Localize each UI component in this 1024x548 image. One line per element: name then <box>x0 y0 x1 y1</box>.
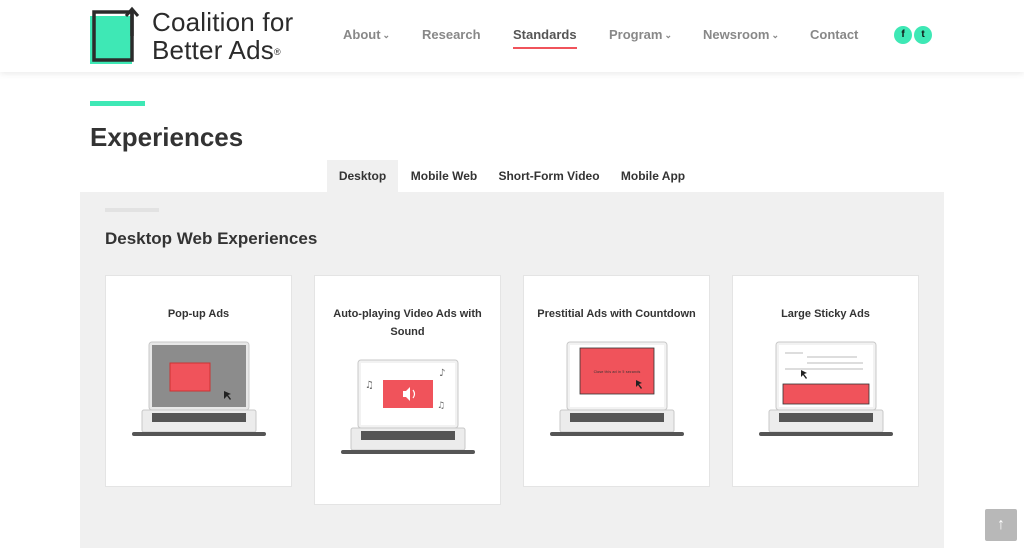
registered-mark: ® <box>273 47 281 57</box>
nav-standards[interactable]: Standards <box>513 27 577 49</box>
nav-research[interactable]: Research <box>422 27 481 42</box>
nav-program[interactable]: Program ⌄ <box>609 27 672 42</box>
card-title: Large Sticky Ads <box>781 308 870 320</box>
tab-mobile-app[interactable]: Mobile App <box>613 160 693 192</box>
card-title: Auto-playing Video Ads with Sound <box>333 308 482 338</box>
tab-mobile-web[interactable]: Mobile Web <box>403 160 485 192</box>
scroll-to-top-button[interactable]: ↑ <box>985 509 1017 541</box>
chevron-down-icon: ⌄ <box>664 30 673 40</box>
facebook-icon[interactable]: f <box>894 26 912 44</box>
section-divider <box>105 208 159 212</box>
laptop-sticky-icon <box>759 341 893 436</box>
nav-research-label: Research <box>422 27 481 42</box>
chevron-down-icon: ⌄ <box>771 30 780 40</box>
card-prestitial-ads[interactable]: Prestitial Ads with Countdown Close this… <box>523 275 710 487</box>
laptop-video-sound-icon: ♫ ♪ ♫ <box>341 359 475 454</box>
main-nav: About ⌄ Research Standards Program ⌄ Newsr… <box>0 27 1024 49</box>
card-large-sticky-ads[interactable]: Large Sticky Ads <box>732 275 919 487</box>
arrow-up-icon: ↑ <box>997 516 1005 533</box>
card-title: Prestitial Ads with Countdown <box>537 308 696 320</box>
nav-newsroom[interactable]: Newsroom ⌄ <box>703 27 779 42</box>
nav-program-label: Program <box>609 27 663 42</box>
section-title: Desktop Web Experiences <box>105 229 318 248</box>
nav-standards-label: Standards <box>513 27 577 42</box>
card-title: Pop-up Ads <box>167 308 230 320</box>
experience-tabs: Desktop Mobile Web Short-Form Video Mobi… <box>0 160 1024 192</box>
tab-panel-desktop: Desktop Web Experiences Pop-up Ads Auto-… <box>80 192 944 548</box>
tab-short-form-video[interactable]: Short-Form Video <box>495 160 603 192</box>
site-header: Coalition for Better Ads® About ⌄ Researc… <box>0 0 1024 72</box>
chevron-down-icon: ⌄ <box>382 30 391 40</box>
laptop-prestitial-icon: Close this ad in 5 seconds <box>550 341 684 436</box>
title-accent-bar <box>90 101 145 106</box>
page-title: Experiences <box>90 122 244 152</box>
nav-newsroom-label: Newsroom <box>703 27 770 42</box>
nav-about-label: About <box>343 27 381 42</box>
svg-text:♫: ♫ <box>365 380 374 391</box>
svg-text:♫: ♫ <box>437 401 445 411</box>
nav-contact[interactable]: Contact <box>810 27 858 42</box>
laptop-popup-icon <box>132 341 266 436</box>
nav-contact-label: Contact <box>810 27 859 42</box>
card-autoplay-video-ads[interactable]: Auto-playing Video Ads with Sound ♫ ♪ ♫ <box>314 275 501 505</box>
twitter-icon[interactable]: t <box>914 26 932 44</box>
nav-about[interactable]: About ⌄ <box>343 27 390 42</box>
tab-desktop[interactable]: Desktop <box>327 160 398 192</box>
card-popup-ads[interactable]: Pop-up Ads <box>105 275 292 487</box>
countdown-text: Close this ad in 5 seconds <box>594 370 641 374</box>
svg-text:♪: ♪ <box>439 368 445 379</box>
header-underlay <box>0 72 1024 76</box>
